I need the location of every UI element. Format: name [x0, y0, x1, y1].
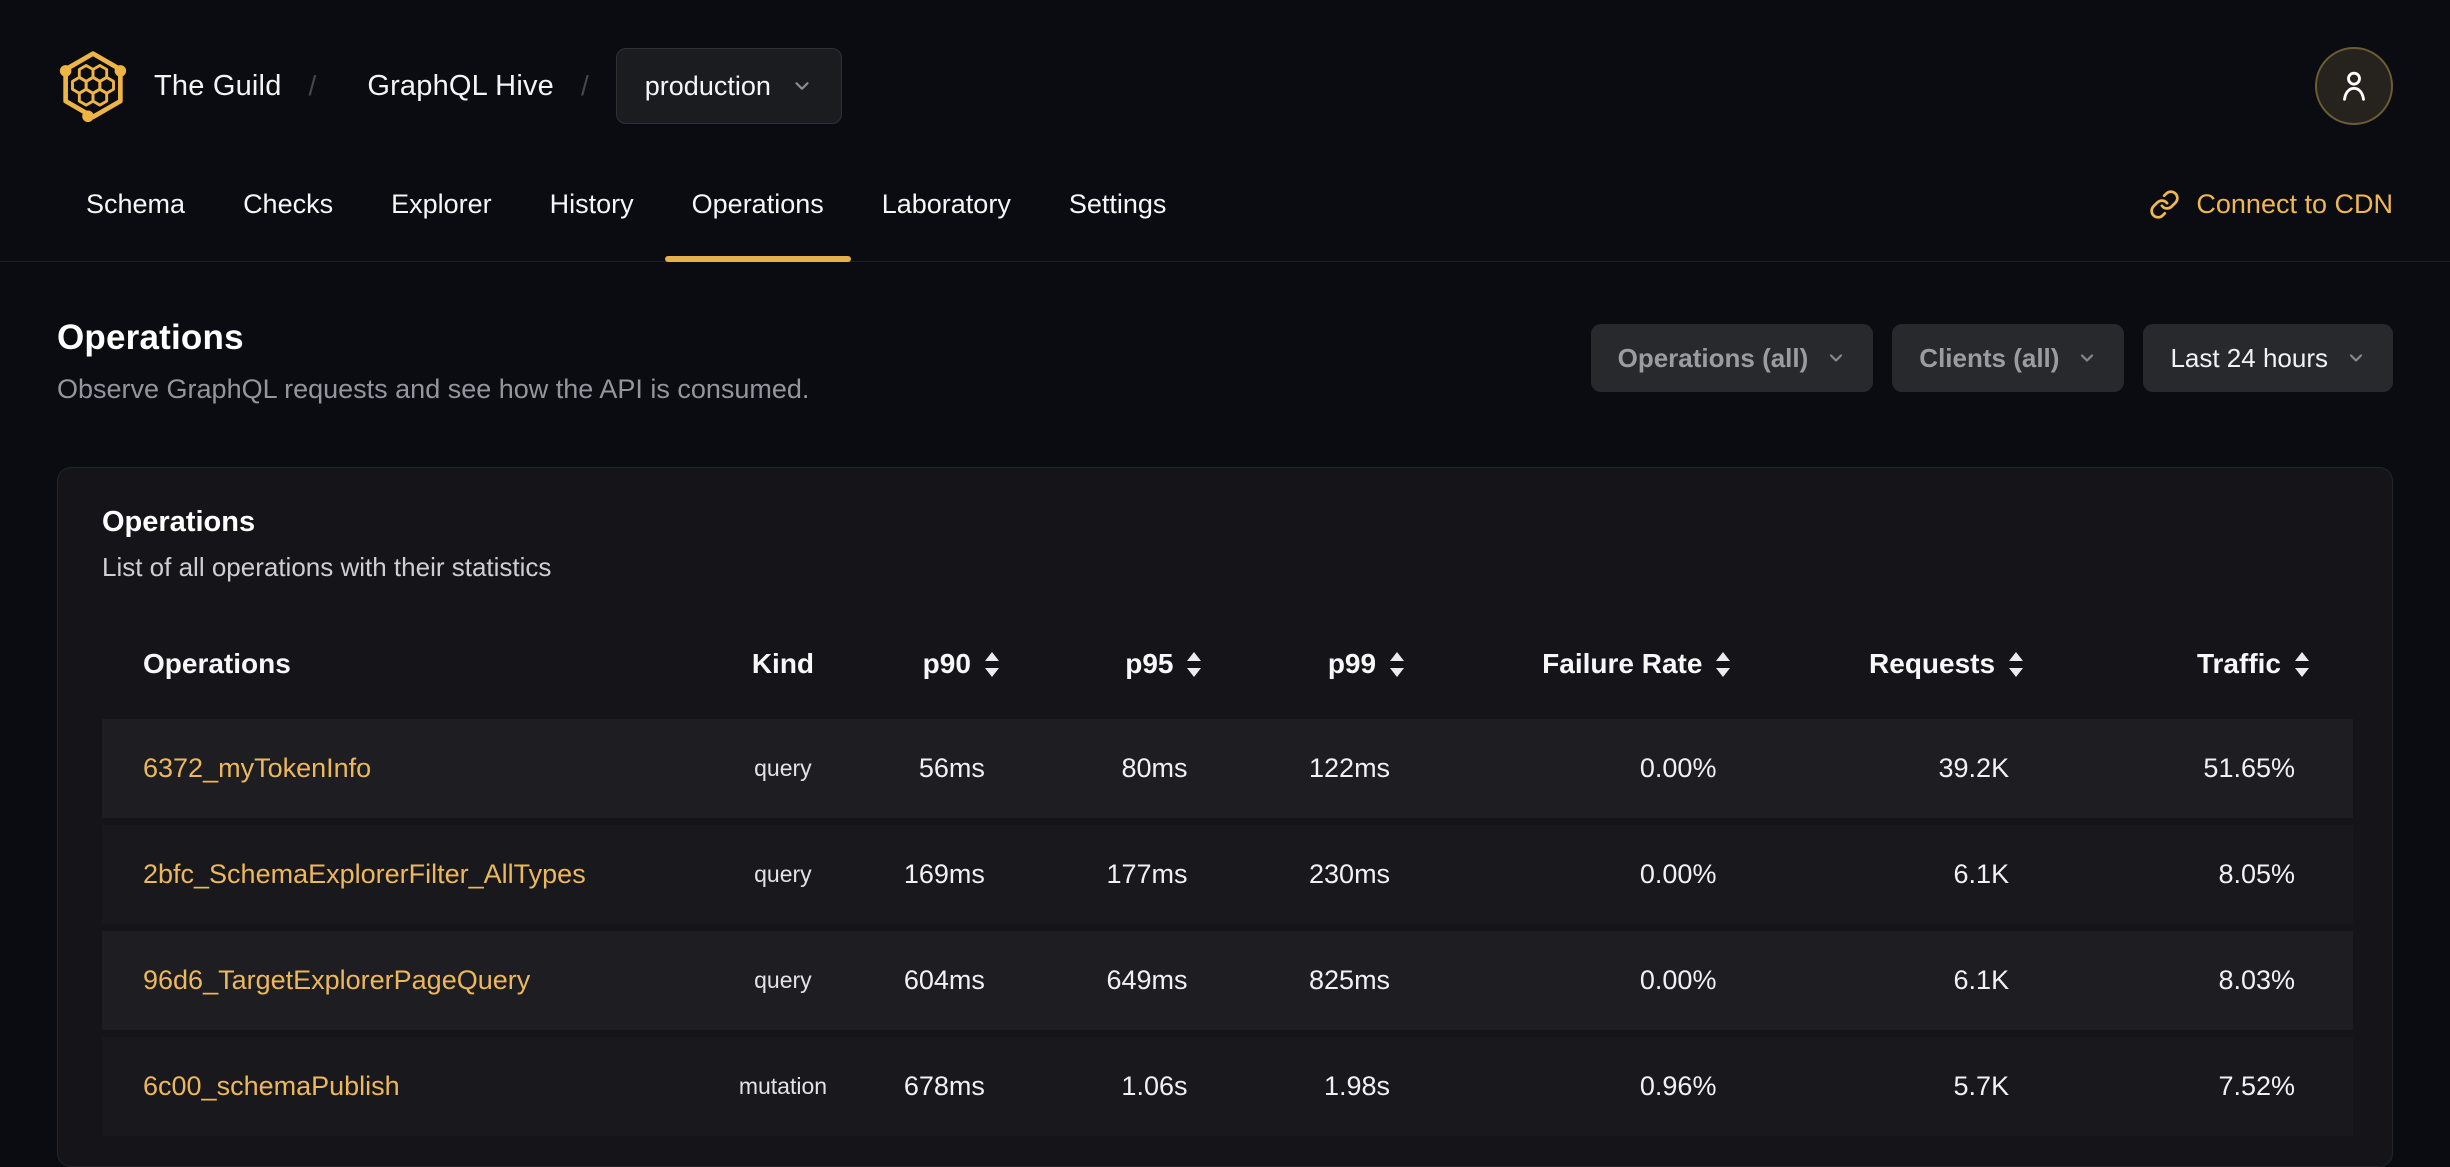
p95-cell: 649ms: [1042, 931, 1246, 1030]
sort-arrows-icon: [1390, 651, 1405, 677]
p90-cell: 678ms: [901, 1037, 1043, 1136]
tab-schema[interactable]: Schema: [57, 148, 214, 261]
column-header-p90[interactable]: p90: [901, 616, 1043, 712]
column-header-requests[interactable]: Requests: [1774, 616, 2067, 712]
column-header-p99[interactable]: p99: [1245, 616, 1448, 712]
traffic-cell: 8.03%: [2067, 931, 2353, 1030]
page-subtitle: Observe GraphQL requests and see how the…: [57, 374, 810, 404]
chevron-down-icon: [795, 82, 809, 90]
page-header: Operations Observe GraphQL requests and …: [57, 318, 809, 405]
filters: Operations (all) Clients (all) Last 24 h…: [1590, 324, 2393, 392]
requests-cell: 5.7K: [1774, 1037, 2068, 1136]
column-header-operations: Operations: [143, 648, 291, 679]
panel-subtitle: List of all operations with their statis…: [102, 552, 552, 582]
kind-cell: query: [664, 719, 902, 818]
requests-cell: 6.1K: [1774, 931, 2068, 1030]
tab-explorer[interactable]: Explorer: [362, 148, 521, 261]
operation-cell: 6c00_schemaPublish: [102, 1037, 665, 1136]
sort-arrows-icon: [984, 651, 999, 677]
requests-cell: 39.2K: [1774, 719, 2068, 818]
p99-cell: 1.98s: [1245, 1037, 1449, 1136]
table-row: 6372_myTokenInfo query 56ms 80ms 122ms 0…: [102, 719, 2353, 818]
tab-bar: Schema Checks Explorer History Operation…: [0, 148, 2450, 262]
p99-cell: 122ms: [1245, 719, 1449, 818]
tab-settings[interactable]: Settings: [1040, 148, 1196, 261]
p95-cell: 1.06s: [1042, 1037, 1246, 1136]
column-header-kind: Kind: [751, 648, 815, 679]
p95-cell: 177ms: [1042, 825, 1246, 924]
breadcrumb: The Guild / GraphQL Hive / production: [57, 46, 842, 126]
p90-cell: 169ms: [901, 825, 1043, 924]
sort-arrows-icon: [1716, 651, 1731, 677]
target-select-value: production: [644, 70, 771, 101]
chevron-down-icon: [2081, 354, 2094, 362]
operation-cell: 6372_myTokenInfo: [102, 719, 665, 818]
main-content: Operations Observe GraphQL requests and …: [0, 318, 2450, 1167]
sort-arrows-icon: [1187, 651, 1202, 677]
kind-cell: query: [664, 825, 902, 924]
failure-rate-cell: 0.96%: [1448, 1037, 1775, 1136]
table-row: 96d6_TargetExplorerPageQuery query 604ms…: [102, 931, 2353, 1030]
operation-name-link[interactable]: 6c00_schemaPublish: [143, 1071, 400, 1101]
failure-rate-cell: 0.00%: [1448, 825, 1775, 924]
traffic-cell: 7.52%: [2067, 1037, 2353, 1136]
user-icon: [2343, 71, 2365, 101]
chevron-down-icon: [1830, 354, 1843, 362]
p99-cell: 230ms: [1245, 825, 1449, 924]
tab-checks[interactable]: Checks: [214, 148, 362, 261]
org-name[interactable]: The Guild: [154, 70, 282, 103]
traffic-cell: 51.65%: [2067, 719, 2353, 818]
tabs-list: Schema Checks Explorer History Operation…: [57, 148, 1196, 262]
cdn-link-label: Connect to CDN: [2196, 189, 2393, 219]
panel-title: Operations: [102, 506, 256, 538]
link-icon: [2150, 190, 2180, 219]
operation-cell: 2bfc_SchemaExplorerFilter_AllTypes: [102, 825, 665, 924]
table-row: 6c00_schemaPublish mutation 678ms 1.06s …: [102, 1037, 2353, 1136]
clients-filter-button[interactable]: Clients (all): [1892, 324, 2125, 392]
operation-name-link[interactable]: 96d6_TargetExplorerPageQuery: [143, 965, 530, 995]
operation-cell: 96d6_TargetExplorerPageQuery: [102, 931, 665, 1030]
column-header-failure-rate[interactable]: Failure Rate: [1448, 616, 1774, 712]
breadcrumb-separator: /: [581, 70, 589, 101]
table-header-row: Operations Kind p90 p95 p99 Failure Rate…: [102, 616, 2353, 712]
operation-name-link[interactable]: 6372_myTokenInfo: [143, 753, 371, 783]
tab-laboratory[interactable]: Laboratory: [853, 148, 1040, 261]
chevron-down-icon: [2349, 354, 2363, 362]
connect-to-cdn-link[interactable]: Connect to CDN: [2149, 189, 2393, 220]
failure-rate-cell: 0.00%: [1448, 931, 1775, 1030]
target-select[interactable]: production: [615, 48, 842, 124]
traffic-cell: 8.05%: [2067, 825, 2353, 924]
operation-name-link[interactable]: 2bfc_SchemaExplorerFilter_AllTypes: [143, 859, 586, 889]
operations-filter-button[interactable]: Operations (all): [1590, 324, 1874, 392]
failure-rate-cell: 0.00%: [1448, 719, 1775, 818]
column-header-p95[interactable]: p95: [1043, 616, 1246, 712]
page-title: Operations: [57, 318, 244, 357]
top-header: The Guild / GraphQL Hive / production: [0, 0, 2450, 148]
p90-cell: 604ms: [901, 931, 1043, 1030]
kind-cell: mutation: [664, 1037, 902, 1136]
breadcrumb-separator: /: [308, 70, 317, 101]
kind-cell: query: [664, 931, 902, 1030]
avatar-button[interactable]: [2315, 47, 2393, 125]
sort-arrows-icon: [2009, 651, 2024, 677]
sort-arrows-icon: [2295, 651, 2309, 677]
tab-operations[interactable]: Operations: [663, 148, 853, 262]
tab-history[interactable]: History: [521, 148, 663, 261]
hive-logo-icon[interactable]: [57, 46, 129, 126]
column-header-traffic[interactable]: Traffic: [2067, 616, 2353, 712]
table-row: 2bfc_SchemaExplorerFilter_AllTypes query…: [102, 825, 2353, 924]
p99-cell: 825ms: [1245, 931, 1449, 1030]
date-range-button[interactable]: Last 24 hours: [2143, 324, 2393, 392]
p90-cell: 56ms: [901, 719, 1043, 818]
requests-cell: 6.1K: [1774, 825, 2068, 924]
p95-cell: 80ms: [1042, 719, 1246, 818]
operations-panel: Operations List of all operations with t…: [57, 467, 2393, 1167]
operations-table: Operations Kind p90 p95 p99 Failure Rate…: [102, 609, 2353, 1143]
project-name[interactable]: GraphQL Hive: [367, 70, 554, 103]
